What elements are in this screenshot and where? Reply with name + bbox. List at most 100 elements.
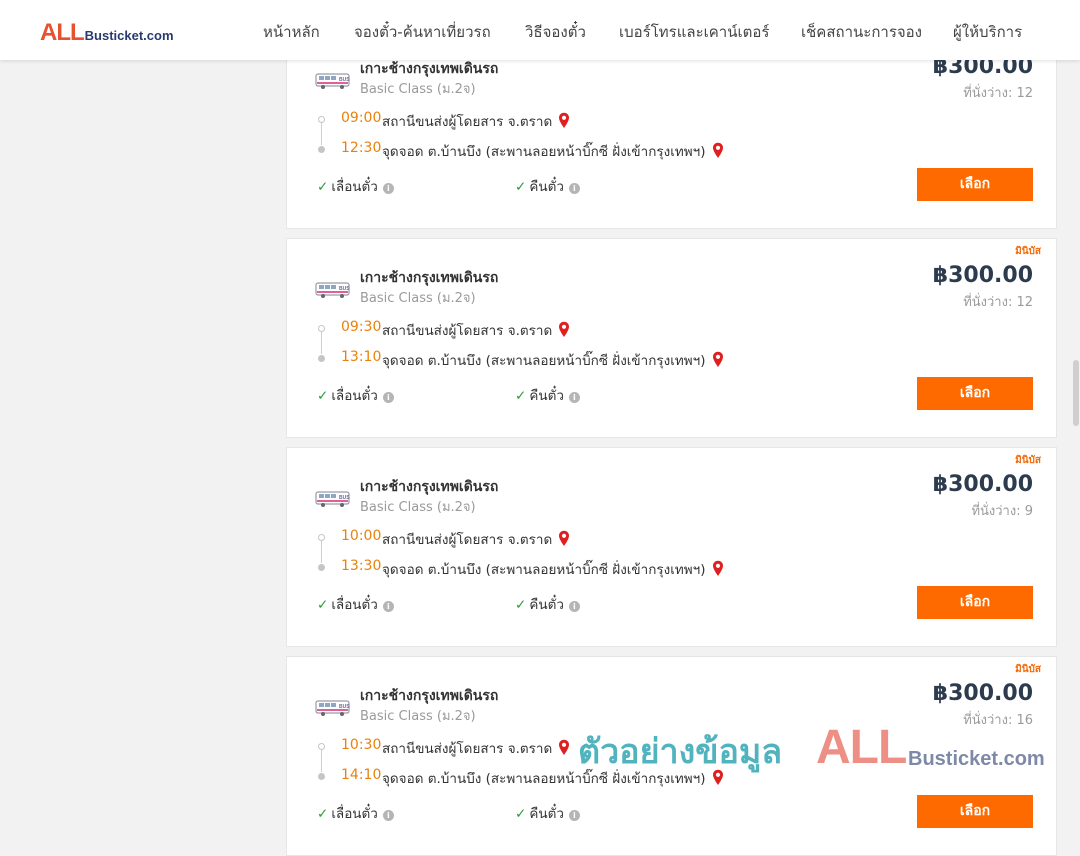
reschedule-label: เลื่อนตั๋ว bbox=[331, 806, 378, 822]
info-icon[interactable]: i bbox=[382, 601, 394, 612]
arrival-station: จุดจอด ต.บ้านบึง (สะพานลอยหน้าบิ๊กซี ฝั่… bbox=[382, 558, 724, 580]
timeline-start-dot bbox=[318, 325, 325, 332]
operator-name: เกาะช้างกรุงเทพเดินรถ bbox=[360, 479, 499, 495]
info-icon[interactable]: i bbox=[568, 601, 580, 612]
map-pin-icon[interactable] bbox=[712, 351, 724, 368]
operator-name: เกาะช้างกรุงเทพเดินรถ bbox=[360, 61, 499, 77]
departure-time: 09:30 bbox=[341, 319, 382, 335]
check-icon: ✓ bbox=[515, 388, 527, 404]
timeline-start-dot bbox=[318, 534, 325, 541]
nav-phone-counters[interactable]: เบอร์โทรและเคาน์เตอร์ bbox=[619, 20, 769, 42]
check-icon: ✓ bbox=[515, 806, 527, 822]
check-icon: ✓ bbox=[317, 179, 329, 195]
nav-check-booking[interactable]: เช็คสถานะการจอง bbox=[801, 20, 922, 42]
arrival-time: 13:10 bbox=[341, 349, 382, 365]
arrival-station-label: จุดจอด ต.บ้านบึง (สะพานลอยหน้าบิ๊กซี ฝั่… bbox=[382, 353, 706, 369]
info-icon[interactable]: i bbox=[568, 392, 580, 403]
check-icon: ✓ bbox=[515, 597, 527, 613]
map-pin-icon[interactable] bbox=[558, 321, 570, 338]
nav-home[interactable]: หน้าหลัก bbox=[263, 20, 320, 42]
timeline-end-dot bbox=[318, 146, 325, 153]
map-pin-icon[interactable] bbox=[712, 560, 724, 577]
refund-policy: ✓ คืนตั๋ว i bbox=[515, 593, 580, 615]
trip-card: มินิบัส BUS เกาะช้างกรุงเทพเดินรถ Basic Cla… bbox=[286, 656, 1057, 856]
departure-station-label: สถานีขนส่งผู้โดยสาร จ.ตราด bbox=[382, 114, 553, 130]
page-scrollbar[interactable] bbox=[1073, 360, 1079, 426]
ticket-price: ฿300.00 bbox=[932, 472, 1033, 497]
arrival-station-label: จุดจอด ต.บ้านบึง (สะพานลอยหน้าบิ๊กซี ฝั่… bbox=[382, 771, 706, 787]
minibus-badge: มินิบัส bbox=[1015, 246, 1041, 257]
info-icon[interactable]: i bbox=[568, 183, 580, 194]
bus-class: Basic Class (ม.2จ) bbox=[360, 291, 476, 306]
nav-operators[interactable]: ผู้ให้บริการ bbox=[953, 20, 1022, 42]
timeline-start-dot bbox=[318, 116, 325, 123]
seats-available: ที่นั่งว่าง: 12 bbox=[963, 86, 1033, 101]
departure-time: 10:30 bbox=[341, 737, 382, 753]
departure-time: 09:00 bbox=[341, 110, 382, 126]
reschedule-policy: ✓ เลื่อนตั๋ว i bbox=[317, 175, 394, 197]
departure-station-label: สถานีขนส่งผู้โดยสาร จ.ตราด bbox=[382, 532, 553, 548]
timeline-end-dot bbox=[318, 564, 325, 571]
trip-card: มินิบัส BUS เกาะช้างกรุงเทพเดินรถ Basic Cla… bbox=[286, 447, 1057, 647]
check-icon: ✓ bbox=[317, 597, 329, 613]
seats-available: ที่นั่งว่าง: 12 bbox=[963, 295, 1033, 310]
arrival-time: 12:30 bbox=[341, 140, 382, 156]
info-icon[interactable]: i bbox=[382, 810, 394, 821]
site-logo[interactable]: ALLBusticket.com bbox=[40, 19, 174, 46]
map-pin-icon[interactable] bbox=[558, 530, 570, 547]
departure-station-label: สถานีขนส่งผู้โดยสาร จ.ตราด bbox=[382, 741, 553, 757]
map-pin-icon[interactable] bbox=[712, 769, 724, 786]
refund-policy: ✓ คืนตั๋ว i bbox=[515, 175, 580, 197]
logo-all-text: ALL bbox=[40, 19, 85, 46]
nav-how-to-book[interactable]: วิธีจองตั๋ว bbox=[525, 20, 586, 42]
select-trip-button[interactable]: เลือก bbox=[917, 586, 1033, 619]
nav-book-search[interactable]: จองตั๋ว-ค้นหาเที่ยวรถ bbox=[354, 20, 491, 42]
bus-logo-icon: BUS bbox=[315, 281, 351, 299]
refund-label: คืนตั๋ว bbox=[529, 179, 564, 195]
timeline-end-dot bbox=[318, 773, 325, 780]
seats-available: ที่นั่งว่าง: 16 bbox=[963, 713, 1033, 728]
departure-station-label: สถานีขนส่งผู้โดยสาร จ.ตราด bbox=[382, 323, 553, 339]
departure-station: สถานีขนส่งผู้โดยสาร จ.ตราด bbox=[382, 319, 570, 341]
select-trip-button[interactable]: เลือก bbox=[917, 168, 1033, 201]
reschedule-label: เลื่อนตั๋ว bbox=[331, 597, 378, 613]
arrival-station-label: จุดจอด ต.บ้านบึง (สะพานลอยหน้าบิ๊กซี ฝั่… bbox=[382, 562, 706, 578]
minibus-badge: มินิบัส bbox=[1015, 664, 1041, 675]
seats-available: ที่นั่งว่าง: 9 bbox=[971, 504, 1033, 519]
info-icon[interactable]: i bbox=[568, 810, 580, 821]
departure-station: สถานีขนส่งผู้โดยสาร จ.ตราด bbox=[382, 737, 570, 759]
refund-label: คืนตั๋ว bbox=[529, 806, 564, 822]
timeline-line bbox=[321, 750, 322, 772]
check-icon: ✓ bbox=[515, 179, 527, 195]
refund-policy: ✓ คืนตั๋ว i bbox=[515, 802, 580, 824]
arrival-time: 14:10 bbox=[341, 767, 382, 783]
top-nav-bar: ALLBusticket.com หน้าหลัก จองตั๋ว-ค้นหาเ… bbox=[0, 0, 1080, 60]
minibus-badge: มินิบัส bbox=[1015, 455, 1041, 466]
arrival-station: จุดจอด ต.บ้านบึง (สะพานลอยหน้าบิ๊กซี ฝั่… bbox=[382, 140, 724, 162]
timeline-line bbox=[321, 541, 322, 563]
timeline-start-dot bbox=[318, 743, 325, 750]
departure-station: สถานีขนส่งผู้โดยสาร จ.ตราด bbox=[382, 528, 570, 550]
timeline-line bbox=[321, 332, 322, 354]
ticket-price: ฿300.00 bbox=[932, 263, 1033, 288]
reschedule-policy: ✓ เลื่อนตั๋ว i bbox=[317, 384, 394, 406]
reschedule-policy: ✓ เลื่อนตั๋ว i bbox=[317, 593, 394, 615]
ticket-price: ฿300.00 bbox=[932, 681, 1033, 706]
map-pin-icon[interactable] bbox=[558, 112, 570, 129]
timeline-line bbox=[321, 123, 322, 145]
map-pin-icon[interactable] bbox=[558, 739, 570, 756]
bus-logo-icon: BUS bbox=[315, 490, 351, 508]
bus-logo-icon: BUS bbox=[315, 699, 351, 717]
info-icon[interactable]: i bbox=[382, 183, 394, 194]
select-trip-button[interactable]: เลือก bbox=[917, 377, 1033, 410]
map-pin-icon[interactable] bbox=[712, 142, 724, 159]
trip-card: มินิบัส BUS เกาะช้างกรุงเทพเดินรถ Basic Cla… bbox=[286, 238, 1057, 438]
departure-station: สถานีขนส่งผู้โดยสาร จ.ตราด bbox=[382, 110, 570, 132]
check-icon: ✓ bbox=[317, 388, 329, 404]
bus-logo-icon: BUS bbox=[315, 72, 351, 90]
operator-name: เกาะช้างกรุงเทพเดินรถ bbox=[360, 270, 499, 286]
timeline-end-dot bbox=[318, 355, 325, 362]
bus-class: Basic Class (ม.2จ) bbox=[360, 709, 476, 724]
bus-class: Basic Class (ม.2จ) bbox=[360, 82, 476, 97]
info-icon[interactable]: i bbox=[382, 392, 394, 403]
